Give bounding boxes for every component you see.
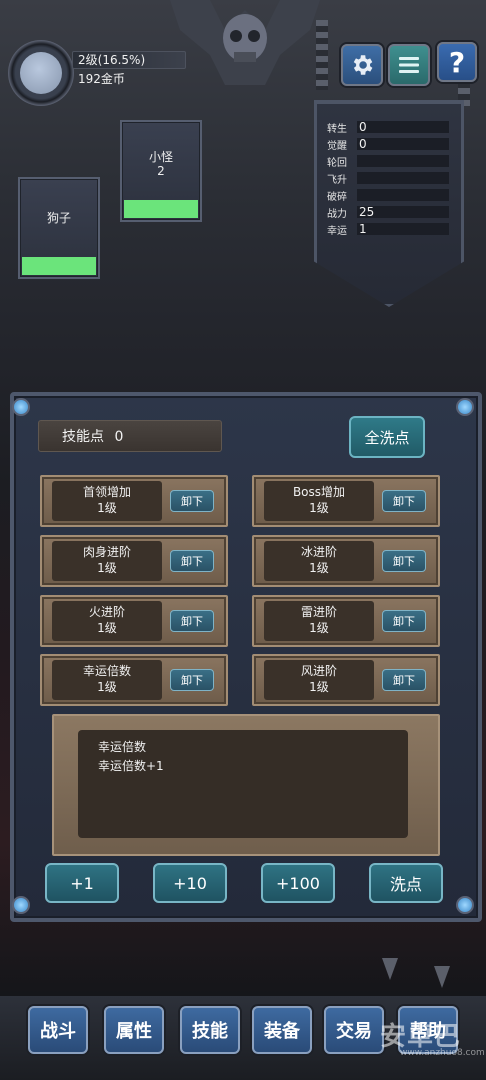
skill-level: 1级 <box>309 680 329 694</box>
monster-name: 小怪 <box>148 150 173 164</box>
stat-value: 0 <box>357 121 449 133</box>
stat-value <box>357 189 449 201</box>
stat-label: 飞升 <box>327 174 347 186</box>
skill-slot[interactable]: 雷进阶 1级 卸下 <box>252 595 440 647</box>
skill-level: 1级 <box>97 680 117 694</box>
stat-value: 1 <box>357 223 449 235</box>
skill-name: 风进阶 <box>300 664 337 678</box>
stat-row-reincarnation: 轮回 <box>327 154 449 169</box>
skill-slot[interactable]: 火进阶 1级 卸下 <box>40 595 228 647</box>
stat-label: 破碎 <box>327 191 347 203</box>
stat-label: 幸运 <box>327 225 347 237</box>
unload-button[interactable]: 卸下 <box>382 610 426 632</box>
skill-name: Boss增加 <box>292 485 346 499</box>
help-button[interactable]: ? <box>437 42 477 82</box>
wash-all-button[interactable]: 全洗点 <box>349 416 425 458</box>
unload-button[interactable]: 卸下 <box>382 550 426 572</box>
stat-label: 觉醒 <box>327 140 347 152</box>
skill-slot[interactable]: 肉身进阶 1级 卸下 <box>40 535 228 587</box>
help-icon: ? <box>448 45 466 79</box>
skill-description-title: 幸运倍数 <box>98 740 147 754</box>
monster-count: 2 <box>157 164 165 178</box>
spike-decoration <box>382 958 398 980</box>
gem-icon <box>12 398 30 416</box>
skill-level: 1级 <box>309 621 329 635</box>
plus-100-button[interactable]: +100 <box>261 863 335 903</box>
nav-equipment[interactable]: 装备 <box>252 1006 312 1054</box>
skill-name: 雷进阶 <box>300 605 337 619</box>
skill-level: 1级 <box>97 501 117 515</box>
monster-name: 狗子 <box>46 211 71 225</box>
stat-value <box>357 155 449 167</box>
stat-row-shatter: 破碎 <box>327 188 449 203</box>
gem-icon <box>456 398 474 416</box>
skill-points: 技能点 0 <box>62 426 123 446</box>
monster-card[interactable]: 小怪 2 <box>120 120 202 222</box>
skill-level: 1级 <box>97 561 117 575</box>
skill-name: 幸运倍数 <box>82 664 131 678</box>
unload-button[interactable]: 卸下 <box>170 610 214 632</box>
skill-name: 火进阶 <box>88 605 125 619</box>
skill-description-inner: 幸运倍数 幸运倍数+1 <box>78 730 408 838</box>
avatar[interactable] <box>20 52 62 94</box>
stat-row-luck: 幸运 1 <box>327 222 449 237</box>
unload-button[interactable]: 卸下 <box>170 550 214 572</box>
wash-button[interactable]: 洗点 <box>369 863 443 903</box>
skill-slot[interactable]: Boss增加 1级 卸下 <box>252 475 440 527</box>
skill-points-value: 0 <box>114 429 124 445</box>
gold-text: 192金币 <box>78 72 125 86</box>
stat-value: 25 <box>357 206 449 218</box>
skill-name: 肉身进阶 <box>82 545 131 559</box>
skill-slot[interactable]: 首领增加 1级 卸下 <box>40 475 228 527</box>
unload-button[interactable]: 卸下 <box>382 490 426 512</box>
skill-name: 冰进阶 <box>300 545 337 559</box>
settings-button[interactable] <box>341 44 383 86</box>
stat-row-rebirth: 转生 0 <box>327 120 449 135</box>
watermark-url: www.anzhuo8.com <box>400 1048 485 1058</box>
skill-level: 1级 <box>309 561 329 575</box>
stats-banner: 转生 0 觉醒 0 轮回 飞升 破碎 战力 25 幸运 1 <box>314 100 464 307</box>
skill-level: 1级 <box>97 621 117 635</box>
skill-description-box: 幸运倍数 幸运倍数+1 <box>52 714 440 856</box>
stat-label: 战力 <box>327 208 347 220</box>
unload-button[interactable]: 卸下 <box>170 490 214 512</box>
nav-attributes[interactable]: 属性 <box>104 1006 164 1054</box>
nav-trade[interactable]: 交易 <box>324 1006 384 1054</box>
gem-icon <box>12 896 30 914</box>
gear-icon <box>353 55 373 75</box>
monster-hp-bar <box>22 257 96 275</box>
spike-decoration <box>434 966 450 988</box>
monster-card[interactable]: 狗子 <box>18 177 100 279</box>
stat-row-awaken: 觉醒 0 <box>327 137 449 152</box>
nav-battle[interactable]: 战斗 <box>28 1006 88 1054</box>
gem-icon <box>456 896 474 914</box>
stat-label: 转生 <box>327 123 347 135</box>
skill-slot[interactable]: 冰进阶 1级 卸下 <box>252 535 440 587</box>
plus-10-button[interactable]: +10 <box>153 863 227 903</box>
skill-level: 1级 <box>309 501 329 515</box>
skull-emblem-icon <box>170 0 320 85</box>
skill-points-label: 技能点 <box>62 429 104 445</box>
unload-button[interactable]: 卸下 <box>170 669 214 691</box>
menu-icon <box>399 57 419 73</box>
stat-row-power: 战力 25 <box>327 205 449 220</box>
menu-button[interactable] <box>388 44 430 86</box>
level-text: 2级(16.5%) <box>78 53 146 67</box>
stat-value: 0 <box>357 138 449 150</box>
stat-value <box>357 172 449 184</box>
unload-button[interactable]: 卸下 <box>382 669 426 691</box>
skill-slot[interactable]: 风进阶 1级 卸下 <box>252 654 440 706</box>
stat-row-ascend: 飞升 <box>327 171 449 186</box>
skill-name: 首领增加 <box>82 485 131 499</box>
chain-decoration <box>316 20 328 90</box>
skill-description-effect: 幸运倍数+1 <box>98 759 164 773</box>
nav-skills[interactable]: 技能 <box>180 1006 240 1054</box>
stat-label: 轮回 <box>327 157 347 169</box>
monster-hp-bar <box>124 200 198 218</box>
skill-slot[interactable]: 幸运倍数 1级 卸下 <box>40 654 228 706</box>
plus-1-button[interactable]: +1 <box>45 863 119 903</box>
